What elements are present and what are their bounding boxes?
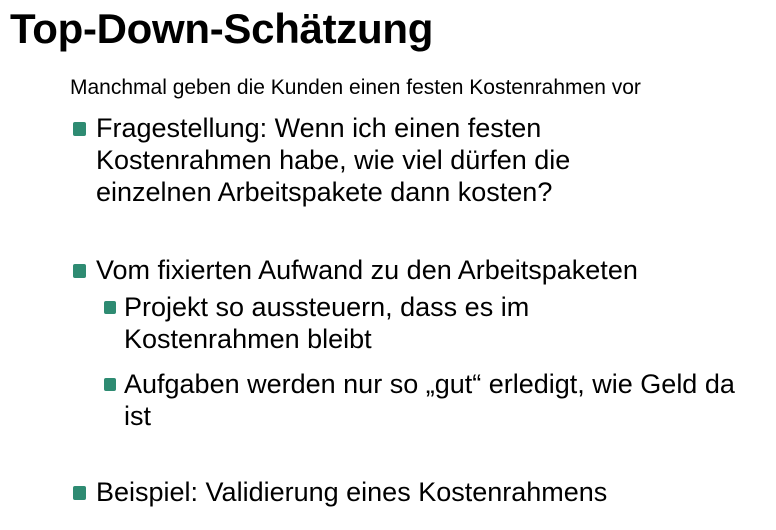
- slide-title: Top-Down-Schätzung: [10, 5, 434, 52]
- bullet-text: Fragestellung: Wenn ich einen festen Kos…: [96, 113, 571, 207]
- bullet-item: Fragestellung: Wenn ich einen festen Kos…: [73, 112, 653, 208]
- square-bullet-icon: [73, 122, 86, 136]
- bullet-text: Vom fixierten Aufwand zu den Arbeitspake…: [96, 255, 638, 285]
- square-bullet-icon: [73, 486, 86, 500]
- square-bullet-icon: [73, 264, 86, 278]
- bullet-item: Beispiel: Validierung eines Kostenrahmen…: [73, 476, 763, 508]
- slide-subtitle: Manchmal geben die Kunden einen festen K…: [70, 76, 641, 99]
- sub-bullet-text: Projekt so aussteuern, dass es im Kosten…: [124, 292, 530, 354]
- bullet-text: Beispiel: Validierung eines Kostenrahmen…: [96, 477, 608, 507]
- square-bullet-icon: [104, 378, 116, 391]
- slide: Top-Down-Schätzung Manchmal geben die Ku…: [0, 0, 776, 530]
- bullet-item: Vom fixierten Aufwand zu den Arbeitspake…: [73, 254, 763, 286]
- sub-bullet-text: Aufgaben werden nur so „gut“ erledigt, w…: [124, 369, 735, 431]
- sub-bullet-item: Projekt so aussteuern, dass es im Kosten…: [104, 291, 664, 355]
- sub-bullet-item: Aufgaben werden nur so „gut“ erledigt, w…: [104, 368, 764, 432]
- square-bullet-icon: [104, 301, 116, 314]
